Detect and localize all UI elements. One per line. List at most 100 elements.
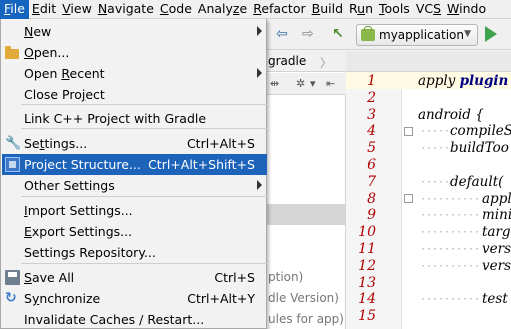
code-line: mini	[482, 207, 511, 223]
menu-item-label: Settings Repository...	[24, 245, 156, 260]
project-tree-item[interactable]: ules for app)	[268, 312, 344, 326]
menu-item-shortcut: Ctrl+Alt+Shift+S	[148, 157, 255, 172]
menu-item-project-structure[interactable]: Project Structure... Ctrl+Alt+Shift+S	[2, 154, 267, 175]
make-project-icon[interactable]: ↖	[332, 26, 344, 42]
menu-edit[interactable]: Edit	[29, 0, 59, 19]
menu-vcs[interactable]: VCS	[413, 0, 444, 19]
wrench-icon: 🔧	[5, 136, 22, 151]
breadcrumb-item[interactable]: gradle	[268, 54, 306, 68]
chevron-down-icon[interactable]: ▾	[310, 77, 316, 90]
android-module-icon	[361, 26, 375, 41]
submenu-arrow-icon	[257, 26, 262, 36]
code-line: test	[482, 291, 508, 307]
line-number: 7	[367, 174, 376, 190]
code-line: android {	[418, 107, 484, 123]
line-number: 8	[367, 191, 376, 207]
menu-item-export-settings[interactable]: Export Settings...	[2, 221, 267, 242]
indent-guide: ··········	[420, 261, 481, 272]
menu-item-label: Project Structure...	[24, 157, 141, 172]
menu-item-import-settings[interactable]: Import Settings...	[2, 200, 267, 221]
run-configuration-select[interactable]: myapplication ▼	[356, 24, 478, 46]
line-number: 3	[367, 107, 376, 123]
code-line: compileS	[450, 123, 511, 139]
line-number: 6	[367, 157, 376, 173]
menu-item-synchronize[interactable]: ↻ Synchronize Ctrl+Alt+Y	[2, 288, 267, 309]
save-icon	[5, 270, 20, 285]
line-number: 1	[367, 73, 376, 89]
indent-guide: ··········	[420, 210, 481, 221]
line-number: 11	[358, 241, 376, 257]
menu-item-settings[interactable]: 🔧 Settings... Ctrl+Alt+S	[2, 133, 267, 154]
menu-item-shortcut: Ctrl+Alt+S	[186, 136, 255, 151]
sync-icon: ↻	[5, 290, 17, 306]
menu-item-label: Open Recent	[24, 66, 105, 81]
menu-windo[interactable]: Windo	[444, 0, 489, 19]
run-icon[interactable]	[485, 26, 497, 42]
line-number: 2	[367, 90, 376, 106]
indent-guide: ··········	[420, 194, 481, 205]
fold-marker-icon[interactable]	[404, 194, 413, 203]
menu-item-link-c-project-with-gradle[interactable]: Link C++ Project with Gradle	[2, 108, 267, 129]
line-number: 9	[367, 207, 376, 223]
menu-item-label: Import Settings...	[24, 203, 133, 218]
menu-separator	[21, 263, 267, 264]
menu-item-label: Other Settings	[24, 178, 115, 193]
back-arrow-icon[interactable]: ⇦	[276, 26, 288, 42]
menu-item-settings-repository[interactable]: Settings Repository...	[2, 242, 267, 263]
menu-refactor[interactable]: Refactor	[250, 0, 308, 19]
line-number: 4	[367, 123, 376, 139]
menu-analyze[interactable]: Analyze	[195, 0, 250, 19]
line-number: 12	[358, 258, 376, 274]
menu-item-save-all[interactable]: Save All Ctrl+S	[2, 267, 267, 288]
menu-bar: File Edit View Navigate Code Analyze Refactor B…	[0, 0, 511, 19]
menu-item-other-settings[interactable]: Other Settings	[2, 175, 267, 196]
gear-icon[interactable]: ✲	[296, 77, 305, 90]
code-line: appl	[482, 191, 511, 207]
code-line: vers	[482, 258, 511, 274]
run-configuration-label: myapplication	[379, 28, 464, 42]
code-line: vers	[482, 241, 511, 257]
collapse-icon[interactable]: ⇹	[270, 77, 279, 90]
file-menu: New Open... Open Recent Close Project Link C…	[0, 19, 267, 329]
menu-item-label: Link C++ Project with Gradle	[24, 111, 207, 126]
indent-guide: ·····	[420, 143, 451, 154]
line-number: 15	[358, 308, 376, 324]
menu-file[interactable]: File	[0, 0, 29, 19]
breadcrumb-separator-icon: 〉	[320, 56, 333, 70]
project-tree-item[interactable]: dle Version)	[268, 291, 339, 305]
project-panel-header: ⇹ ✲ ▾ ⇤	[266, 73, 346, 95]
indent-guide: ·····	[420, 126, 451, 137]
menu-item-label: Close Project	[24, 87, 105, 102]
breadcrumb[interactable]: gradle 〉	[266, 51, 346, 72]
project-tree-item[interactable]: ption)	[268, 270, 303, 284]
menu-tools[interactable]: Tools	[376, 0, 413, 19]
fold-marker-icon[interactable]	[404, 127, 413, 136]
line-number: 5	[367, 140, 376, 156]
indent-guide: ··········	[420, 244, 481, 255]
menu-navigate[interactable]: Navigate	[95, 0, 157, 19]
project-structure-icon	[5, 157, 20, 172]
menu-item-invalidate-caches-restart[interactable]: Invalidate Caches / Restart...	[2, 309, 267, 329]
menu-item-open[interactable]: Open...	[2, 42, 267, 63]
code-line: default(	[450, 174, 504, 190]
menu-item-new[interactable]: New	[2, 21, 267, 42]
submenu-arrow-icon	[257, 68, 262, 78]
menu-item-label: Settings...	[24, 136, 88, 151]
menu-build[interactable]: Build	[309, 0, 346, 19]
menu-item-open-recent[interactable]: Open Recent	[2, 63, 267, 84]
hide-panel-icon[interactable]: ⇤	[326, 77, 335, 90]
menu-item-label: Open...	[24, 45, 70, 60]
line-number: 10	[358, 224, 376, 240]
menu-item-shortcut: Ctrl+S	[214, 270, 255, 285]
menu-view[interactable]: View	[59, 0, 95, 19]
menu-item-close-project[interactable]: Close Project	[2, 84, 267, 105]
code-line: buildToo	[450, 140, 509, 156]
line-number: 14	[358, 291, 376, 307]
menu-run[interactable]: Run	[346, 0, 376, 19]
submenu-arrow-icon	[257, 180, 262, 190]
menu-item-label: New	[24, 24, 52, 39]
forward-arrow-icon[interactable]: ⇨	[302, 26, 314, 42]
menu-code[interactable]: Code	[157, 0, 195, 19]
project-tree-selected-row[interactable]	[266, 204, 346, 225]
line-number: 13	[358, 275, 376, 291]
